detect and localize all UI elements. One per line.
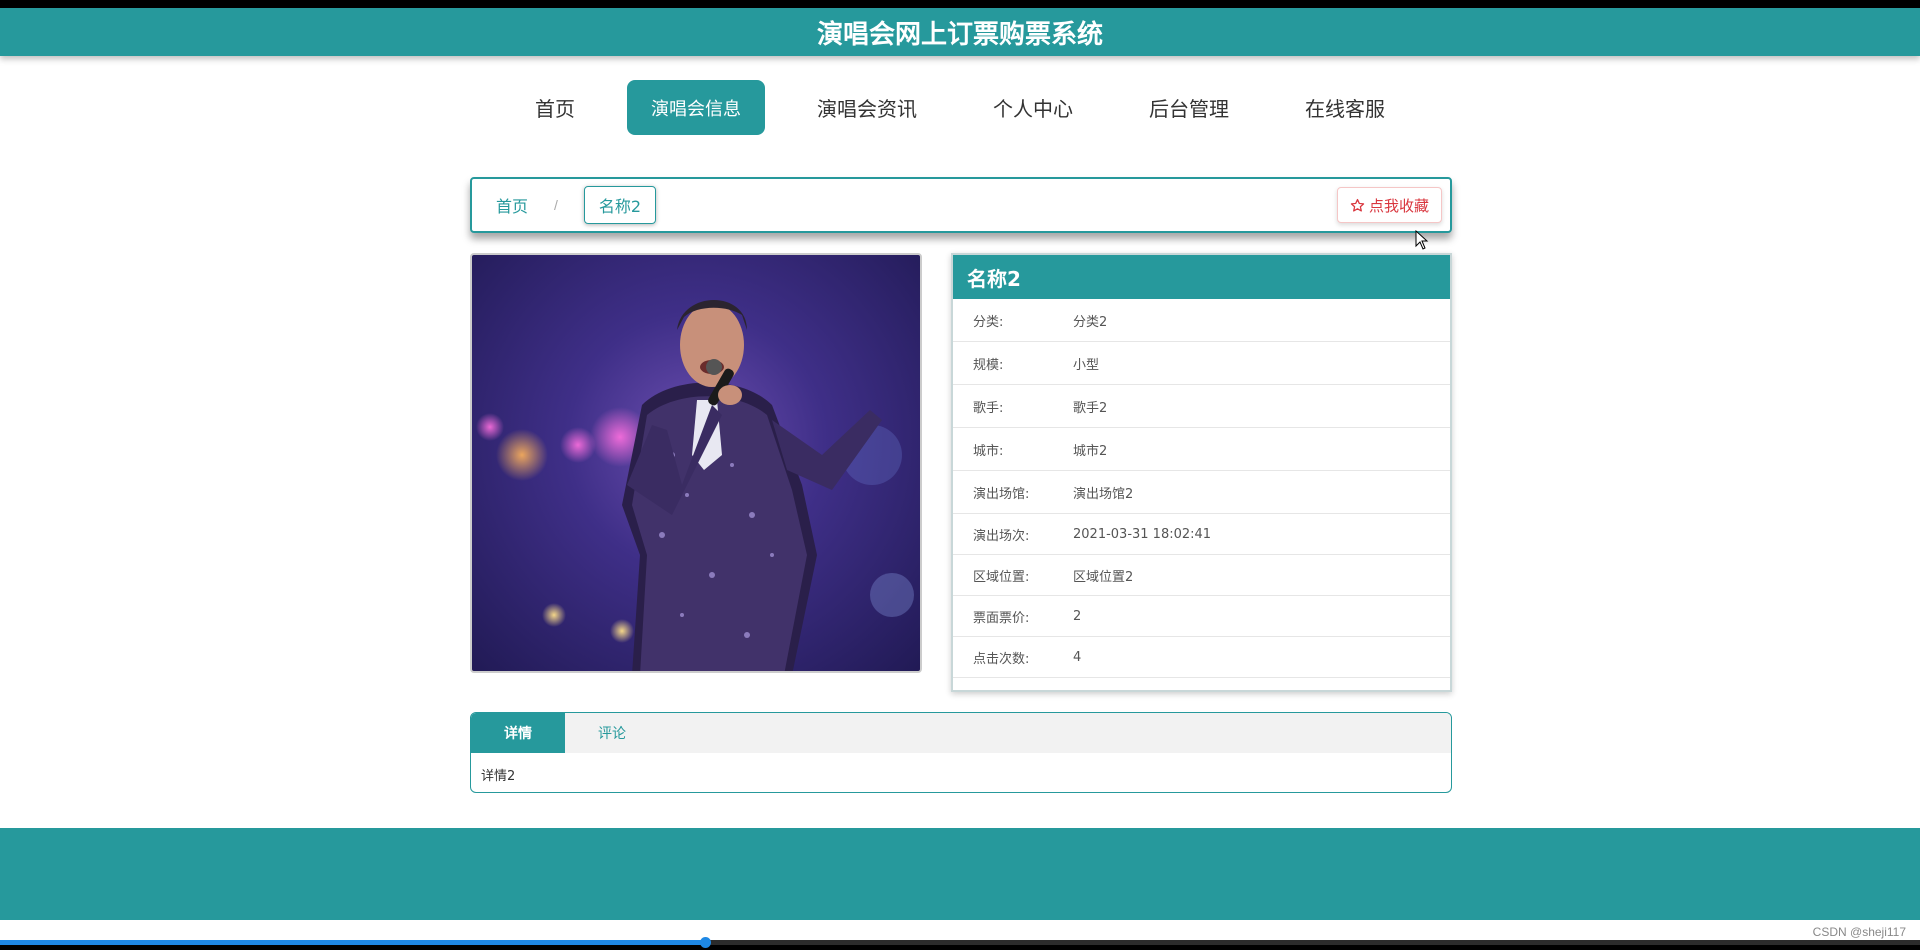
info-label: 歌手:: [973, 400, 1004, 416]
tab-bar: 详情 评论: [471, 713, 1451, 753]
breadcrumb-home-link[interactable]: 首页: [496, 193, 528, 217]
info-value: 分类2: [1073, 314, 1108, 330]
video-progress-bar[interactable]: [0, 937, 1920, 948]
info-label: 演出场馆:: [973, 486, 1030, 502]
info-label: 分类:: [973, 314, 1004, 330]
singer-on-stage-image: [476, 300, 914, 671]
nav-item-home[interactable]: 首页: [511, 80, 599, 135]
favorite-button-label: 点我收藏: [1368, 196, 1429, 215]
site-footer: [0, 828, 1920, 920]
page: 演唱会网上订票购票系统 首页 演唱会信息 演唱会资讯 个人中心 后台管理 在线客…: [0, 8, 1920, 940]
nav-item-admin[interactable]: 后台管理: [1125, 80, 1253, 135]
info-value: 演出场馆2: [1073, 486, 1134, 502]
info-value: 区域位置2: [1073, 569, 1134, 585]
site-title: 演唱会网上订票购票系统: [816, 19, 1103, 50]
favorite-button[interactable]: 点我收藏: [1336, 187, 1442, 223]
info-label: 演出场次:: [973, 528, 1030, 544]
mouse-cursor-icon: [1415, 230, 1429, 250]
site-header: 演唱会网上订票购票系统: [0, 8, 1920, 56]
info-row-showtime: 演出场次: 2021-03-31 18:02:41: [953, 514, 1450, 555]
tab-comments[interactable]: 评论: [565, 713, 659, 753]
info-row-singer: 歌手: 歌手2: [953, 385, 1450, 428]
detail-tabs: 详情 评论 详情2: [470, 712, 1452, 793]
info-label: 票面票价:: [973, 610, 1030, 626]
main-nav: 首页 演唱会信息 演唱会资讯 个人中心 后台管理 在线客服: [0, 80, 1920, 135]
info-value: 2: [1073, 608, 1082, 624]
info-row-scale: 规模: 小型: [953, 342, 1450, 385]
info-row-category: 分类: 分类2: [953, 299, 1450, 342]
info-value: 4: [1073, 649, 1082, 665]
info-row-price: 票面票价: 2: [953, 596, 1450, 637]
breadcrumb-current: 名称2: [583, 186, 657, 224]
info-value: 2021-03-31 18:02:41: [1073, 526, 1212, 542]
nav-item-personal-center[interactable]: 个人中心: [969, 80, 1097, 135]
star-outline-icon: [1350, 198, 1365, 212]
concert-detail-panel: 名称2 分类: 分类2 规模: 小型 歌手: 歌手2 城市: 城市2 演出场馆:…: [951, 253, 1452, 692]
video-progress-fill: [0, 940, 705, 945]
tab-details[interactable]: 详情: [471, 713, 565, 753]
breadcrumb: 首页 / 名称2 点我收藏: [470, 177, 1452, 233]
info-label: 城市:: [973, 443, 1004, 459]
nav-item-customer-service[interactable]: 在线客服: [1281, 80, 1409, 135]
nav-item-concert-news[interactable]: 演唱会资讯: [793, 80, 941, 135]
info-value: 小型: [1073, 357, 1100, 373]
info-row-area: 区域位置: 区域位置2: [953, 555, 1450, 596]
concert-title: 名称2: [953, 255, 1450, 299]
info-row-city: 城市: 城市2: [953, 428, 1450, 471]
info-value: 歌手2: [1073, 400, 1108, 416]
video-progress-handle[interactable]: [699, 937, 711, 948]
breadcrumb-separator: /: [554, 197, 558, 213]
info-row-clicks: 点击次数: 4: [953, 637, 1450, 678]
info-label: 点击次数:: [973, 651, 1030, 667]
tab-content: 详情2: [481, 769, 516, 784]
watermark: CSDN @sheji117: [1812, 925, 1906, 939]
info-value: 城市2: [1073, 443, 1108, 459]
info-label: 规模:: [973, 357, 1004, 373]
info-row-venue: 演出场馆: 演出场馆2: [953, 471, 1450, 514]
nav-item-concert-info[interactable]: 演唱会信息: [627, 80, 765, 135]
concert-photo: [470, 253, 922, 673]
info-label: 区域位置:: [973, 569, 1030, 585]
